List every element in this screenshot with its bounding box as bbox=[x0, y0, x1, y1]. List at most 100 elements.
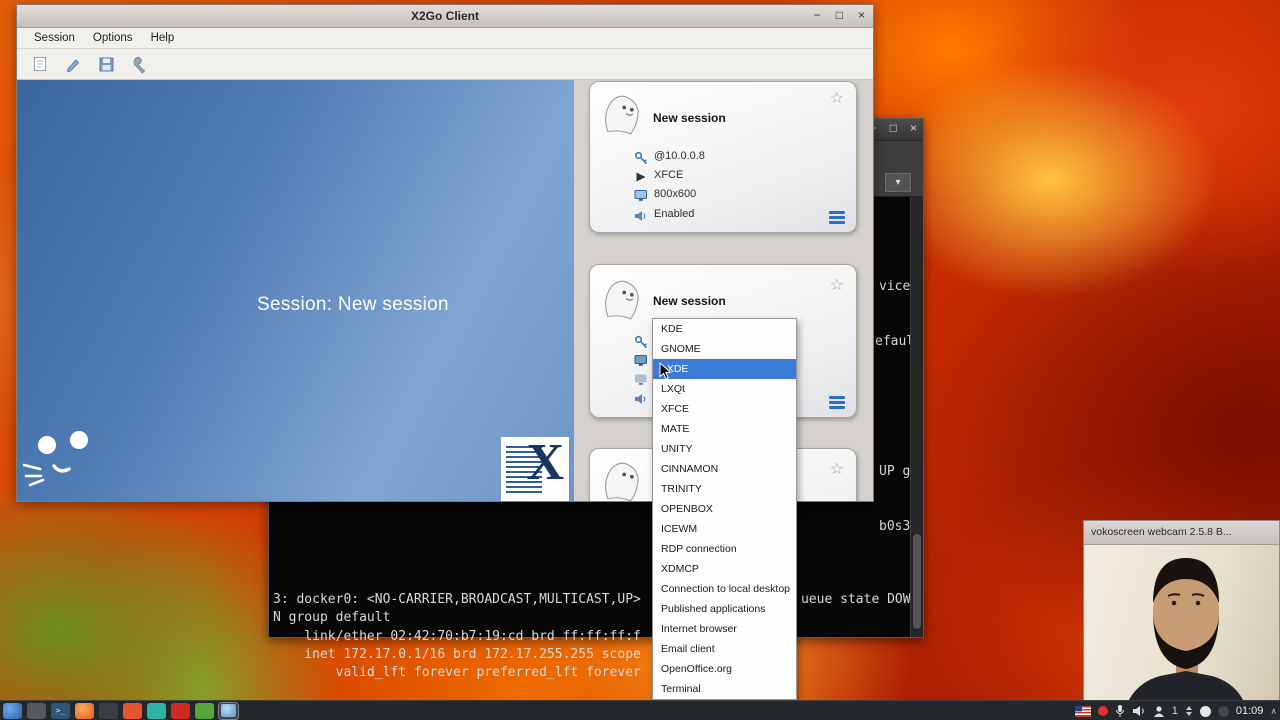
terminal-close-button[interactable]: × bbox=[910, 121, 917, 135]
menu-session[interactable]: Session bbox=[25, 28, 84, 48]
terminal-fragment: b0s3 bbox=[879, 519, 911, 534]
updown-arrows-icon[interactable] bbox=[1185, 705, 1193, 717]
dropdown-item-xfce[interactable]: XFCE bbox=[653, 399, 796, 419]
terminal-maximize-button[interactable]: □ bbox=[890, 121, 897, 135]
taskbar-thunderbird-icon[interactable] bbox=[3, 702, 22, 719]
webcam-person bbox=[1122, 558, 1250, 719]
pencil-icon bbox=[66, 58, 79, 72]
dropdown-item-icewm[interactable]: ICEWM bbox=[653, 519, 796, 539]
new-session-button[interactable] bbox=[29, 53, 51, 75]
save-session-button[interactable] bbox=[95, 53, 117, 75]
dropdown-item-xdmcp[interactable]: XDMCP bbox=[653, 559, 796, 579]
dropdown-item-local-desktop[interactable]: Connection to local desktop bbox=[653, 579, 796, 599]
session-host: @10.0.0.8 bbox=[654, 150, 705, 162]
dropdown-item-gnome[interactable]: GNOME bbox=[653, 339, 796, 359]
taskbar-messenger-icon[interactable] bbox=[147, 702, 166, 719]
system-tray: 1 01:09 ∧ bbox=[1074, 701, 1277, 720]
run-arrow-icon bbox=[636, 172, 646, 182]
terminal-line: link/ether 02:42:70:b7:19:cd brd ff:ff:f… bbox=[273, 629, 641, 644]
favorite-star-icon[interactable]: ☆ bbox=[830, 91, 844, 107]
dropdown-item-lxqt[interactable]: LXQt bbox=[653, 379, 796, 399]
terminal-fragment: vice bbox=[879, 279, 911, 294]
key-icon bbox=[634, 335, 648, 349]
dropdown-item-openbox[interactable]: OPENBOX bbox=[653, 499, 796, 519]
terminal-line: N group default bbox=[273, 610, 391, 625]
dropdown-item-terminal[interactable]: Terminal bbox=[653, 679, 796, 699]
dropdown-item-cinnamon[interactable]: CINNAMON bbox=[653, 459, 796, 479]
x2go-titlebar[interactable]: X2Go Client − □ × bbox=[17, 5, 873, 28]
taskbar-youtube-icon[interactable] bbox=[171, 702, 190, 719]
dropdown-item-lxde[interactable]: LXDE bbox=[653, 359, 796, 379]
terminal-line: ueue state DOW bbox=[801, 592, 911, 607]
keyboard-flag-icon[interactable] bbox=[1074, 705, 1091, 717]
clock[interactable]: 01:09 bbox=[1236, 705, 1264, 717]
taskbar-mail-icon[interactable] bbox=[123, 702, 142, 719]
terminal-scrollbar[interactable] bbox=[910, 197, 923, 637]
dropdown-item-unity[interactable]: UNITY bbox=[653, 439, 796, 459]
dropdown-item-kde[interactable]: KDE bbox=[653, 319, 796, 339]
record-indicator-icon[interactable] bbox=[1097, 706, 1108, 716]
screen-icon bbox=[635, 374, 647, 385]
session-card[interactable]: New session ☆ @10.0.0.8 XFCE 800x600 Ena… bbox=[589, 81, 857, 233]
display-icon bbox=[634, 190, 647, 201]
taskbar-terminal-icon[interactable]: >_ bbox=[51, 702, 70, 719]
taskbar: >_ 1 01:09 ∧ bbox=[0, 700, 1280, 720]
session-banner-panel: Session: New session X bbox=[17, 80, 574, 501]
status-circle-light-icon[interactable] bbox=[1199, 705, 1211, 717]
favorite-star-icon[interactable]: ☆ bbox=[830, 462, 844, 478]
microphone-icon[interactable] bbox=[1115, 704, 1125, 718]
session-resolution: 800x600 bbox=[654, 188, 697, 200]
dropdown-item-internet-browser[interactable]: Internet browser bbox=[653, 619, 796, 639]
taskbar-package-icon[interactable] bbox=[195, 702, 214, 719]
menu-options[interactable]: Options bbox=[84, 28, 142, 48]
terminal-fragment: efaul bbox=[875, 334, 915, 349]
dropdown-item-trinity[interactable]: TRINITY bbox=[653, 479, 796, 499]
taskbar-firefox-icon[interactable] bbox=[75, 702, 94, 719]
new-document-icon bbox=[33, 56, 46, 71]
display-icon bbox=[634, 355, 647, 366]
dropdown-item-openoffice[interactable]: OpenOffice.org bbox=[653, 659, 796, 679]
logo-x-letter: X bbox=[526, 437, 564, 491]
keyboard-layout-indicator[interactable]: 1 bbox=[1172, 705, 1178, 717]
session-type-dropdown: KDE GNOME LXDE LXQt XFCE MATE UNITY CINN… bbox=[652, 318, 797, 700]
webcam-title: vokoscreen webcam 2.5.8 B... bbox=[1091, 526, 1232, 538]
session-card-title: New session bbox=[653, 111, 726, 125]
session-preferences-button[interactable] bbox=[128, 53, 150, 75]
status-circle-dark-icon[interactable] bbox=[1217, 705, 1229, 717]
dropdown-item-published-applications[interactable]: Published applications bbox=[653, 599, 796, 619]
dropdown-item-email-client[interactable]: Email client bbox=[653, 639, 796, 659]
sound-icon bbox=[635, 394, 646, 404]
tray-expand-icon[interactable]: ∧ bbox=[1270, 706, 1277, 717]
volume-icon[interactable] bbox=[1132, 705, 1146, 717]
webcam-titlebar[interactable]: vokoscreen webcam 2.5.8 B... bbox=[1084, 521, 1279, 545]
session-card-title: New session bbox=[653, 294, 726, 308]
dropdown-item-mate[interactable]: MATE bbox=[653, 419, 796, 439]
edit-session-button[interactable] bbox=[62, 53, 84, 75]
taskbar-editor-icon[interactable] bbox=[99, 702, 118, 719]
toolbar bbox=[17, 49, 873, 80]
session-sound: Enabled bbox=[654, 208, 695, 220]
terminal-line: inet 172.17.0.1/16 brd 172.17.255.255 sc… bbox=[273, 647, 641, 662]
close-button[interactable]: × bbox=[858, 8, 865, 22]
session-type: XFCE bbox=[654, 169, 684, 181]
session-menu-icon[interactable] bbox=[829, 211, 845, 226]
taskbar-x2go-active-icon[interactable] bbox=[218, 701, 239, 720]
session-label: Session: New session bbox=[257, 294, 449, 315]
terminal-scrollbar-thumb[interactable] bbox=[913, 534, 921, 629]
taskbar-files-icon[interactable] bbox=[27, 702, 46, 719]
webcam-window: vokoscreen webcam 2.5.8 B... bbox=[1083, 520, 1280, 720]
taskbar-launchers: >_ bbox=[0, 701, 239, 720]
sound-icon bbox=[635, 211, 646, 221]
terminal-line: 3: docker0: <NO-CARRIER,BROADCAST,MULTIC… bbox=[273, 592, 641, 607]
menu-help[interactable]: Help bbox=[142, 28, 184, 48]
mascot-face-icon bbox=[21, 430, 105, 497]
favorite-star-icon[interactable]: ☆ bbox=[830, 278, 844, 294]
user-icon[interactable] bbox=[1153, 705, 1165, 717]
floppy-icon bbox=[99, 57, 113, 71]
menubar: Session Options Help bbox=[17, 28, 873, 49]
session-menu-icon[interactable] bbox=[829, 396, 845, 411]
minimize-button[interactable]: − bbox=[814, 8, 821, 22]
terminal-profile-dropdown[interactable]: ▾ bbox=[885, 173, 911, 192]
dropdown-item-rdp-connection[interactable]: RDP connection bbox=[653, 539, 796, 559]
maximize-button[interactable]: □ bbox=[836, 8, 843, 22]
